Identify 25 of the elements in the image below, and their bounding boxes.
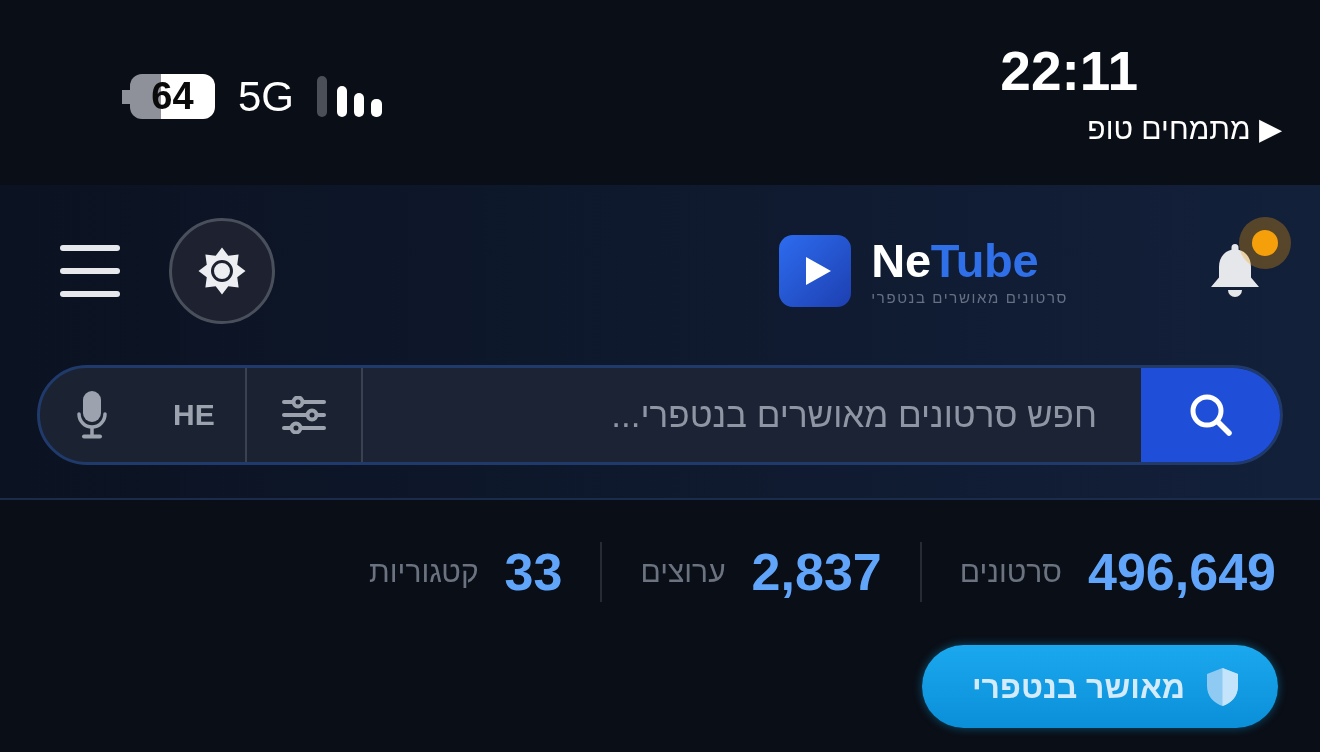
back-link[interactable]: ▶ מתמחים טופ — [1087, 111, 1282, 147]
stat-label: סרטונים — [959, 554, 1063, 590]
stat-value: 496,649 — [1088, 542, 1276, 603]
search-button[interactable] — [1141, 368, 1280, 462]
search-field[interactable]: חפש סרטונים מאושרים בנטפרי... — [362, 368, 1141, 462]
stat-value: 2,837 — [751, 542, 882, 603]
network-label: 5G — [238, 75, 295, 118]
stat-value: 33 — [504, 542, 563, 603]
play-logo-icon — [779, 235, 852, 307]
battery-indicator: 64 — [122, 74, 215, 119]
stat-label: קטגוריות — [369, 554, 479, 590]
shield-icon — [1205, 666, 1240, 707]
search-icon — [1188, 393, 1233, 437]
bell-icon[interactable] — [1210, 243, 1260, 299]
status-time: 22:11 — [1000, 44, 1138, 99]
signal-bars-icon — [317, 76, 383, 117]
menu-icon[interactable] — [60, 245, 120, 297]
microphone-icon[interactable] — [77, 391, 107, 439]
sliders-icon — [281, 396, 326, 434]
logo-wordmark: NeTube — [871, 237, 1039, 284]
sun-icon — [198, 247, 246, 295]
logo-tagline: סרטונים מאושרים בנטפרי — [871, 290, 1068, 305]
language-button[interactable]: HE — [173, 400, 215, 430]
filter-button[interactable] — [244, 368, 363, 462]
stat-label: ערוצים — [640, 554, 726, 590]
